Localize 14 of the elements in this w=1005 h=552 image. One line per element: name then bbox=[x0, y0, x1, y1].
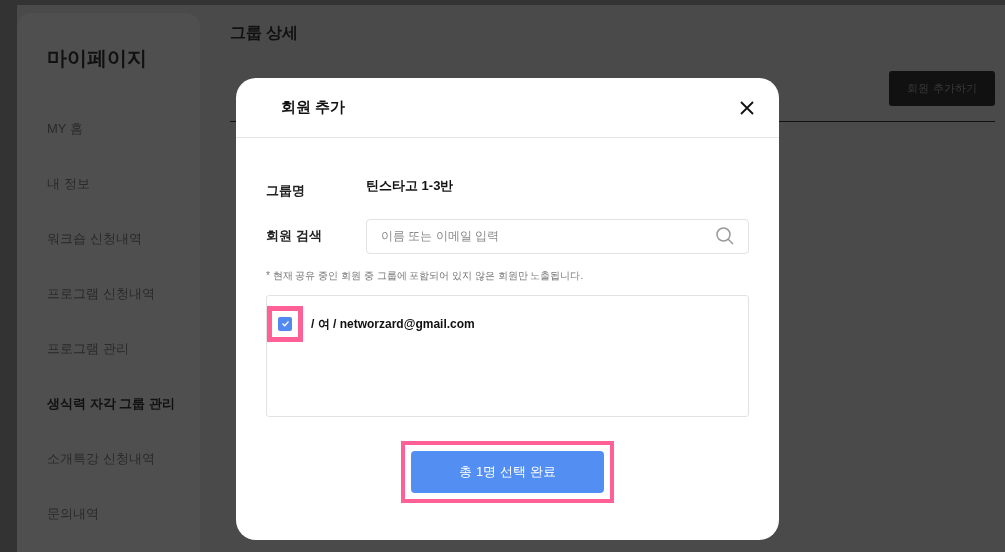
page-title: 그룹 상세 bbox=[230, 23, 300, 43]
search-icon bbox=[715, 225, 735, 246]
member-search-label: 회원 검색 bbox=[266, 227, 323, 246]
sidebar-title: 마이페이지 bbox=[47, 46, 148, 71]
sidebar-item[interactable]: 생식력 자각 그룹 관리 bbox=[47, 376, 200, 431]
group-name: 틴스타고 1-3반 bbox=[366, 177, 454, 195]
dialog-title: 회원 추가 bbox=[281, 97, 346, 118]
member-info: / 여 / networzard@gmail.com bbox=[311, 315, 475, 333]
checkbox[interactable] bbox=[278, 316, 292, 331]
group-name-label: 그룹명 bbox=[266, 182, 306, 200]
confirm-button[interactable]: 총 1명 선택 완료 bbox=[411, 450, 604, 493]
notice-text: * 현재 공유 중인 회원 중 그룹에 포함되어 있지 않은 회원만 노출됩니다. bbox=[266, 268, 585, 283]
check-icon bbox=[280, 319, 290, 328]
search-field[interactable]: 이름 또는 이메일 입력 bbox=[366, 218, 749, 254]
